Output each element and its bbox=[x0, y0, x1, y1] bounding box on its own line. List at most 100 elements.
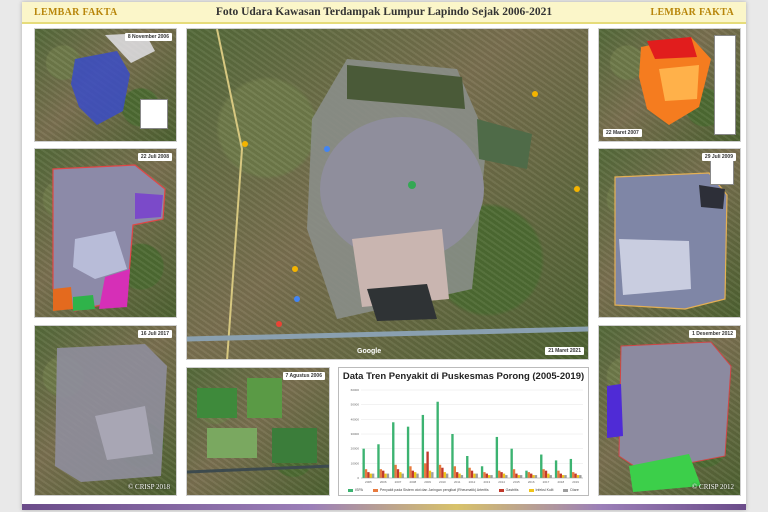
chart-bar bbox=[451, 434, 454, 478]
x-tick-label: 2016 bbox=[528, 480, 535, 484]
chart-bar bbox=[559, 473, 562, 478]
chart-bar bbox=[510, 448, 513, 478]
chart-bar bbox=[498, 470, 501, 478]
photo-bottom-left: 16 Juli 2017 © CRISP 2018 bbox=[34, 325, 177, 496]
photo-top-right: 22 Maret 2007 bbox=[598, 28, 741, 142]
legend-item: Gastritis bbox=[498, 488, 519, 492]
chart-bar bbox=[515, 473, 518, 478]
chart-bar bbox=[466, 456, 469, 478]
x-tick-label: 2005 bbox=[365, 480, 372, 484]
legend-swatch bbox=[372, 488, 378, 492]
photo-mid-right: 29 Juli 2009 bbox=[598, 148, 741, 318]
chart-bar bbox=[443, 472, 446, 478]
chart-bar bbox=[483, 472, 486, 478]
chart-bar bbox=[424, 463, 427, 478]
y-tick-label: 30000 bbox=[351, 432, 360, 436]
y-tick-label: 10000 bbox=[351, 461, 360, 465]
legend-item: Infeksi Kulit bbox=[528, 488, 553, 492]
mudflow-overlay bbox=[52, 164, 166, 312]
chart-bar bbox=[371, 473, 375, 478]
chart-bar bbox=[561, 475, 565, 478]
chart-bar bbox=[564, 475, 567, 478]
chart-bar bbox=[557, 470, 560, 478]
photo-date: 7 Agustus 2006 bbox=[282, 372, 325, 380]
chart-bar bbox=[453, 466, 457, 478]
chart-bar bbox=[534, 475, 538, 478]
chart-bar bbox=[413, 472, 417, 478]
x-tick-label: 2017 bbox=[543, 480, 550, 484]
chart-bar bbox=[411, 470, 414, 478]
chart-bar bbox=[406, 426, 410, 478]
chart-bar bbox=[519, 475, 523, 478]
legend-label: Gastritis bbox=[505, 488, 519, 492]
right-tag: LEMBAR FAKTA bbox=[650, 7, 734, 18]
google-logo: Google bbox=[357, 348, 382, 355]
chart-bar bbox=[574, 473, 577, 478]
legend-item: ISPA bbox=[348, 488, 363, 492]
photo-date: 1 Desember 2012 bbox=[689, 330, 736, 338]
chart-bar bbox=[576, 475, 580, 478]
chart-bar bbox=[485, 473, 488, 478]
chart-bar bbox=[579, 475, 582, 478]
chart-bar bbox=[554, 460, 558, 478]
legend-swatch bbox=[528, 488, 534, 492]
chart-bar bbox=[364, 469, 368, 478]
chart-bar bbox=[544, 470, 548, 478]
photo-center-map[interactable]: Google 21 Maret 2021 bbox=[186, 28, 589, 360]
disease-trend-chart: Data Tren Penyakit di Puskesmas Porong (… bbox=[338, 367, 589, 496]
page-header: LEMBAR FAKTA Foto Udara Kawasan Terdampa… bbox=[22, 2, 746, 24]
chart-bar bbox=[438, 464, 442, 478]
y-tick-label: 40000 bbox=[351, 417, 360, 421]
chart-bar bbox=[475, 473, 478, 478]
mudflow-overlay bbox=[55, 344, 167, 482]
y-tick-label: 0 bbox=[357, 476, 359, 480]
chart-bar bbox=[517, 475, 520, 478]
chart-bar bbox=[470, 470, 474, 478]
chart-bar bbox=[456, 472, 459, 478]
chart-bar bbox=[401, 473, 404, 478]
chart-bar bbox=[396, 469, 400, 478]
chart-bar bbox=[441, 467, 444, 478]
x-tick-label: 2014 bbox=[498, 480, 505, 484]
footer-band bbox=[22, 504, 746, 510]
chart-bar bbox=[460, 475, 464, 478]
legend-item: Diare bbox=[563, 488, 579, 492]
map-legend bbox=[714, 35, 736, 135]
fields-overlay bbox=[187, 378, 329, 474]
chart-bar bbox=[377, 444, 380, 478]
google-map-overlay bbox=[187, 29, 588, 359]
chart-bar bbox=[367, 472, 370, 478]
x-tick-label: 2012 bbox=[469, 480, 476, 484]
chart-bar bbox=[394, 464, 397, 478]
chart-bar bbox=[468, 467, 471, 478]
photo-date: 16 Juli 2017 bbox=[137, 330, 172, 338]
chart-bar bbox=[428, 470, 432, 478]
x-tick-label: 2007 bbox=[395, 480, 402, 484]
chart-bar bbox=[392, 422, 395, 478]
legend-label: ISPA bbox=[355, 488, 363, 492]
chart-bar bbox=[369, 473, 372, 478]
x-tick-label: 2015 bbox=[513, 480, 520, 484]
x-tick-label: 2006 bbox=[380, 480, 387, 484]
chart-bar bbox=[505, 475, 508, 478]
chart-bar bbox=[527, 472, 531, 478]
x-tick-label: 2010 bbox=[439, 480, 446, 484]
chart-bar bbox=[525, 470, 528, 478]
chart-bar bbox=[384, 473, 387, 478]
page-title: Foto Udara Kawasan Terdampak Lumpur Lapi… bbox=[215, 6, 553, 18]
legend-item: Penyakit pada Sistem otot dan Jaringan p… bbox=[372, 488, 489, 492]
photo-bottom-right: 1 Desember 2012 © CRISP 2012 bbox=[598, 325, 741, 496]
photo-date: 22 Juli 2008 bbox=[137, 153, 172, 161]
chart-bar bbox=[512, 469, 516, 478]
chart-bar bbox=[379, 469, 383, 478]
chart-bar bbox=[436, 401, 439, 478]
chart-bar bbox=[431, 472, 434, 478]
photo-top-left: 8 November 2006 bbox=[34, 28, 177, 142]
chart-bar bbox=[542, 469, 545, 478]
chart-bar bbox=[500, 472, 503, 478]
mudflow-overlay bbox=[607, 341, 732, 492]
photo-date: 8 November 2006 bbox=[124, 33, 172, 41]
chart-bar bbox=[445, 473, 449, 478]
fact-sheet-page: LEMBAR FAKTA Foto Udara Kawasan Terdampa… bbox=[22, 2, 746, 510]
y-tick-label: 20000 bbox=[351, 447, 360, 451]
